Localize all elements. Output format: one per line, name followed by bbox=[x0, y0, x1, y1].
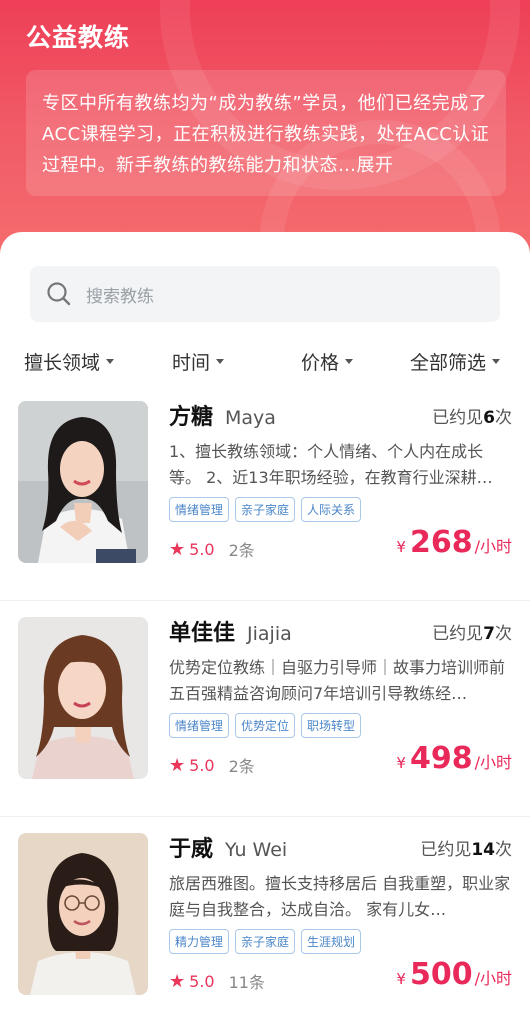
coach-description: 旅居西雅图。擅长支持移居后 自我重塑，职业家庭与自我整合，达成自洽。 家有儿女… bbox=[169, 874, 511, 919]
coach-photo bbox=[18, 401, 148, 563]
met-count: 已约见7次 bbox=[432, 619, 512, 644]
tag-list: 精力管理 亲子家庭 生涯规划 bbox=[169, 929, 362, 954]
rating-score: 5.0 bbox=[189, 971, 215, 991]
filter-time[interactable]: 时间 bbox=[172, 348, 225, 375]
currency-symbol: ¥ bbox=[396, 970, 406, 988]
caret-down-icon bbox=[106, 359, 115, 364]
filter-all[interactable]: 全部筛选 bbox=[410, 348, 501, 375]
coach-card[interactable]: 于威 Yu Wei 已约见14次 旅居西雅图。擅长支持移居后 自我重塑，职业家庭… bbox=[0, 817, 530, 1024]
caret-down-icon bbox=[492, 359, 501, 364]
intro-text: 专区中所有教练均为“成为教练”学员，他们已经完成了ACC课程学习，正在积极进行教… bbox=[42, 93, 490, 176]
tag: 情绪管理 bbox=[169, 713, 230, 738]
price-unit: /小时 bbox=[474, 753, 512, 772]
tag: 优势定位 bbox=[235, 713, 296, 738]
tag-list: 情绪管理 优势定位 职场转型 bbox=[169, 713, 362, 738]
currency-symbol: ¥ bbox=[396, 538, 406, 556]
tag: 职场转型 bbox=[301, 713, 362, 738]
met-suffix: 次 bbox=[495, 408, 512, 428]
coach-name: 方糖 bbox=[169, 405, 214, 430]
met-prefix: 已约见 bbox=[432, 408, 484, 428]
coach-name: 于威 bbox=[169, 837, 214, 862]
tag: 生涯规划 bbox=[301, 929, 362, 954]
tag: 情绪管理 bbox=[169, 497, 230, 522]
intro-box: 专区中所有教练均为“成为教练”学员，他们已经完成了ACC课程学习，正在积极进行教… bbox=[26, 70, 506, 196]
price: ¥ 500 /小时 bbox=[396, 957, 512, 992]
coach-photo bbox=[18, 833, 148, 995]
star-icon: ★ bbox=[169, 754, 186, 776]
tag: 亲子家庭 bbox=[235, 497, 296, 522]
tag: 人际关系 bbox=[301, 497, 362, 522]
expand-link[interactable]: 展开 bbox=[357, 155, 394, 176]
met-number: 7 bbox=[483, 624, 495, 644]
search-input[interactable]: 搜索教练 bbox=[30, 266, 500, 322]
met-number: 6 bbox=[483, 408, 495, 428]
price-value: 498 bbox=[409, 741, 473, 776]
filter-bar: 擅长领域 时间 价格 全部筛选 bbox=[0, 348, 530, 384]
caret-down-icon bbox=[345, 359, 354, 364]
rating: ★ 5.0 2条 bbox=[169, 537, 255, 561]
name-row: 方糖 Maya bbox=[169, 399, 276, 431]
price: ¥ 268 /小时 bbox=[396, 525, 512, 560]
coach-card[interactable]: 单佳佳 Jiajia 已约见7次 优势定位教练｜自驱力引导师｜故事力培训师前五百… bbox=[0, 601, 530, 817]
price: ¥ 498 /小时 bbox=[396, 741, 512, 776]
met-suffix: 次 bbox=[495, 624, 512, 644]
rating-score: 5.0 bbox=[189, 755, 215, 775]
coach-name: 单佳佳 bbox=[169, 621, 236, 646]
price-value: 268 bbox=[409, 525, 473, 560]
met-suffix: 次 bbox=[495, 840, 512, 860]
review-count: 2条 bbox=[228, 757, 255, 776]
tag-list: 情绪管理 亲子家庭 人际关系 bbox=[169, 497, 362, 522]
coach-english-name: Maya bbox=[225, 407, 276, 429]
name-row: 于威 Yu Wei bbox=[169, 831, 287, 863]
review-count: 2条 bbox=[228, 541, 255, 560]
coach-description: 优势定位教练｜自驱力引导师｜故事力培训师前五百强精益咨询顾问7年培训引导教练经… bbox=[169, 658, 506, 703]
tag: 亲子家庭 bbox=[235, 929, 296, 954]
met-number: 14 bbox=[471, 840, 495, 860]
content-sheet: 搜索教练 擅长领域 时间 价格 全部筛选 方糖 Maya 已约见6次 1、擅长教… bbox=[0, 232, 530, 1024]
name-row: 单佳佳 Jiajia bbox=[169, 615, 292, 647]
currency-symbol: ¥ bbox=[396, 754, 406, 772]
coach-description: 1、擅长教练领域：个人情绪、个人内在成长等。 2、近13年职场经验，在教育行业深… bbox=[169, 442, 493, 487]
star-icon: ★ bbox=[169, 538, 186, 560]
met-count: 已约见6次 bbox=[432, 403, 512, 428]
price-value: 500 bbox=[409, 957, 473, 992]
price-unit: /小时 bbox=[474, 969, 512, 988]
price-unit: /小时 bbox=[474, 537, 512, 556]
coach-english-name: Jiajia bbox=[247, 623, 292, 645]
star-icon: ★ bbox=[169, 970, 186, 992]
caret-down-icon bbox=[216, 359, 225, 364]
filter-label: 价格 bbox=[301, 352, 340, 374]
page-title: 公益教练 bbox=[26, 23, 131, 52]
rating-score: 5.0 bbox=[189, 539, 215, 559]
met-prefix: 已约见 bbox=[420, 840, 472, 860]
filter-label: 擅长领域 bbox=[24, 352, 101, 374]
met-prefix: 已约见 bbox=[432, 624, 484, 644]
filter-price[interactable]: 价格 bbox=[301, 348, 354, 375]
search-icon bbox=[47, 282, 71, 306]
coach-english-name: Yu Wei bbox=[225, 839, 288, 861]
rating: ★ 5.0 11条 bbox=[169, 969, 265, 993]
rating: ★ 5.0 2条 bbox=[169, 753, 255, 777]
tag: 精力管理 bbox=[169, 929, 230, 954]
coach-card[interactable]: 方糖 Maya 已约见6次 1、擅长教练领域：个人情绪、个人内在成长等。 2、近… bbox=[0, 385, 530, 601]
coach-photo bbox=[18, 617, 148, 779]
filter-label: 时间 bbox=[172, 352, 211, 374]
search-placeholder: 搜索教练 bbox=[86, 286, 154, 307]
review-count: 11条 bbox=[228, 973, 265, 992]
filter-label: 全部筛选 bbox=[410, 352, 487, 374]
met-count: 已约见14次 bbox=[420, 835, 512, 860]
filter-expertise[interactable]: 擅长领域 bbox=[24, 348, 115, 375]
